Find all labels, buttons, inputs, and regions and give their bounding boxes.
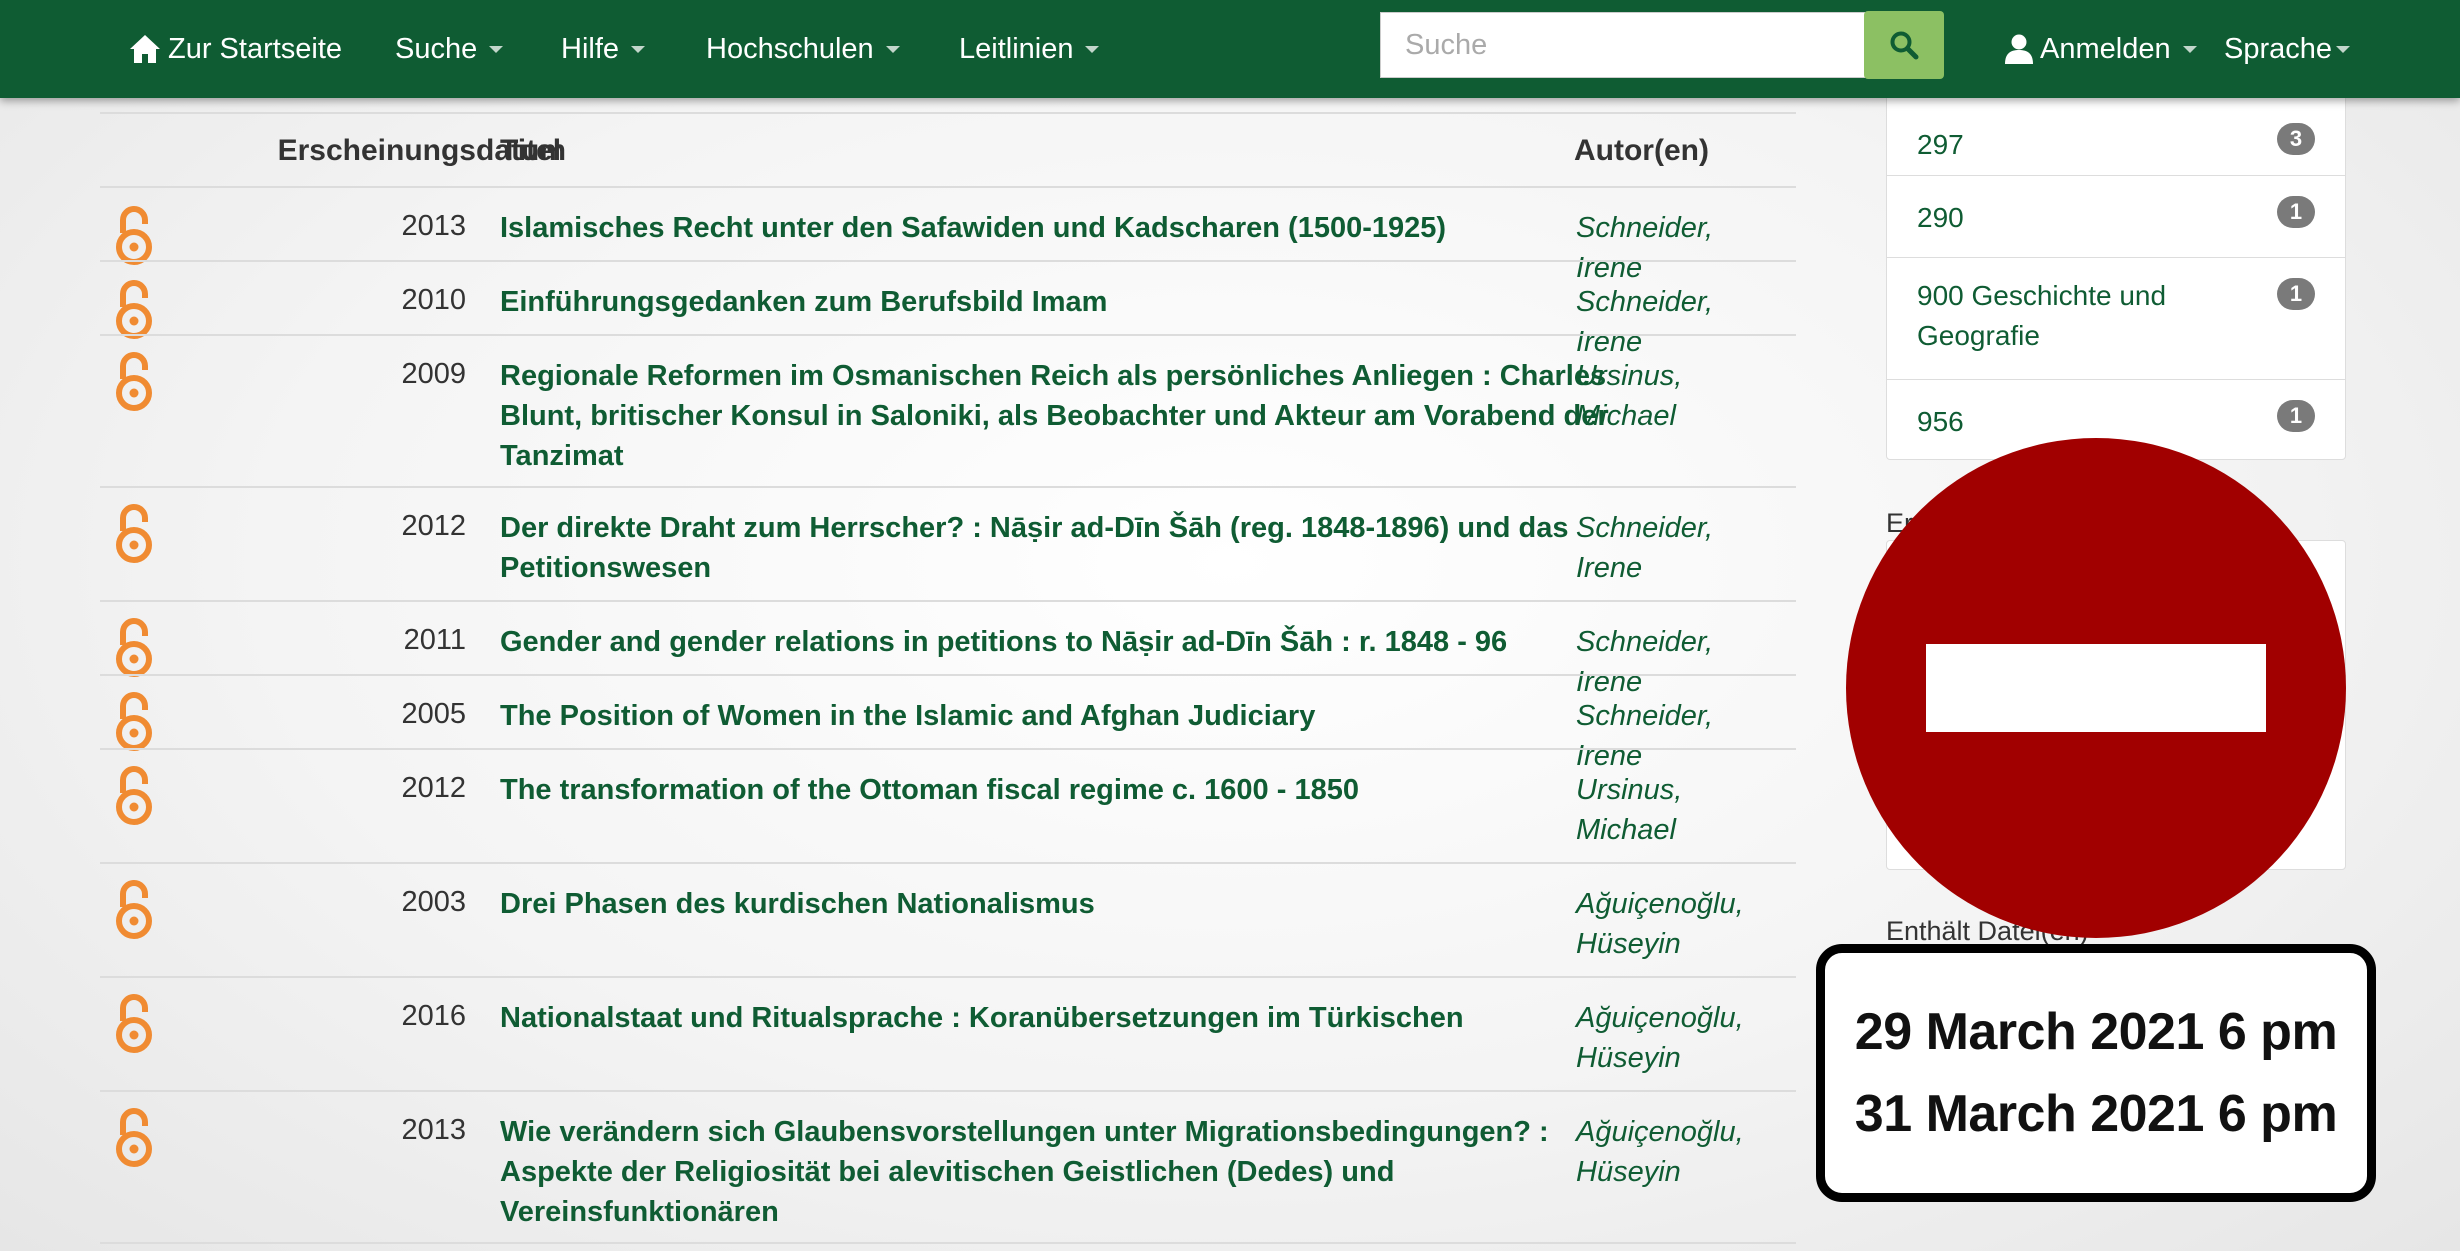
top-navbar: Zur Startseite Suche Hilfe Hochschulen L… xyxy=(0,0,2460,98)
maintenance-notice: 29 March 2021 6 pm 31 March 2021 6 pm xyxy=(1816,944,2376,1202)
open-access-icon xyxy=(116,1108,152,1167)
result-title-link[interactable]: The transformation of the Ottoman fiscal… xyxy=(500,770,1660,810)
table-row: 2010 Einführungsgedanken zum Berufsbild … xyxy=(100,260,1796,358)
publication-year: 2011 xyxy=(403,624,466,656)
menu-leitlinien[interactable]: Leitlinien xyxy=(959,0,1100,98)
search-icon xyxy=(1890,31,1919,60)
open-access-icon xyxy=(116,618,152,677)
home-icon xyxy=(130,35,160,63)
open-access-icon xyxy=(116,280,152,339)
chevron-down-icon xyxy=(631,45,646,53)
author-link[interactable]: Ağuiçenoğlu, Hüseyin xyxy=(1576,998,1786,1078)
publication-year: 2013 xyxy=(401,1114,466,1146)
publication-year: 2016 xyxy=(401,1000,466,1032)
result-title-link[interactable]: Nationalstaat und Ritualsprache : Koranü… xyxy=(500,998,1660,1038)
open-access-icon xyxy=(116,504,152,563)
table-row: 2012 The transformation of the Ottoman f… xyxy=(100,748,1796,862)
count-badge: 1 xyxy=(2277,400,2315,432)
facet-label: 297 xyxy=(1917,129,1964,160)
result-title-link[interactable]: Einführungsgedanken zum Berufsbild Imam xyxy=(500,282,1660,322)
no-entry-sign-icon xyxy=(1846,438,2346,938)
search-button[interactable] xyxy=(1864,11,1944,79)
result-title-link[interactable]: Wie verändern sich Glaubensvorstellungen… xyxy=(500,1112,1660,1232)
login-label: Anmelden xyxy=(2040,32,2171,65)
search-input[interactable] xyxy=(1380,12,1868,78)
table-row: 2013 Islamisches Recht unter den Safawid… xyxy=(100,186,1796,284)
menu-suche-label: Suche xyxy=(395,32,478,65)
count-badge: 3 xyxy=(2277,123,2315,155)
facet-label: 290 xyxy=(1917,202,1964,233)
notice-start-date: 29 March 2021 6 pm xyxy=(1854,1003,2338,1061)
chevron-down-icon xyxy=(489,45,504,53)
login-menu[interactable]: Anmelden xyxy=(2004,0,2197,98)
facet-label: 900 Geschichte und Geografie xyxy=(1917,280,2167,351)
language-label: Sprache xyxy=(2224,32,2333,65)
table-row: 2003 Drei Phasen des kurdischen National… xyxy=(100,862,1796,976)
column-header-authors[interactable]: Autor(en) xyxy=(1574,134,1709,168)
subject-facet-box: 297 3 290 1 900 Geschichte und Geografie… xyxy=(1886,70,2346,460)
menu-hilfe-label: Hilfe xyxy=(561,32,620,65)
publication-year: 2005 xyxy=(401,698,466,730)
publication-year: 2010 xyxy=(401,284,466,316)
table-row: 2005 The Position of Women in the Islami… xyxy=(100,674,1796,772)
menu-hochschulen-label: Hochschulen xyxy=(706,32,874,65)
result-title-link[interactable]: Islamisches Recht unter den Safawiden un… xyxy=(500,208,1660,248)
table-row: 2016 Nationalstaat und Ritualsprache : K… xyxy=(100,976,1796,1090)
menu-hilfe[interactable]: Hilfe xyxy=(561,0,646,98)
publication-year: 2012 xyxy=(401,510,466,542)
table-row: 2013 Wie verändern sich Glaubensvorstell… xyxy=(100,1090,1796,1244)
menu-hochschulen[interactable]: Hochschulen xyxy=(706,0,900,98)
open-access-icon xyxy=(116,352,152,411)
count-badge: 1 xyxy=(2277,196,2315,228)
author-link[interactable]: Ağuiçenoğlu, Hüseyin xyxy=(1576,1112,1786,1192)
publication-year: 2013 xyxy=(401,210,466,242)
table-row: 2009 Regionale Reformen im Osmanischen R… xyxy=(100,334,1796,486)
open-access-icon xyxy=(116,766,152,825)
result-title-link[interactable]: Drei Phasen des kurdischen Nationalismus xyxy=(500,884,1660,924)
menu-leitlinien-label: Leitlinien xyxy=(959,32,1074,65)
open-access-icon xyxy=(116,994,152,1053)
author-link[interactable]: Ursinus, Michael xyxy=(1576,770,1786,850)
chevron-down-icon xyxy=(1085,45,1100,53)
publication-year: 2012 xyxy=(401,772,466,804)
publication-year: 2009 xyxy=(401,358,466,390)
table-divider xyxy=(100,112,1796,114)
facet-item[interactable]: 290 1 xyxy=(1887,175,2345,257)
open-access-icon xyxy=(116,206,152,265)
result-title-link[interactable]: Der direkte Draht zum Herrscher? : Nāṣir… xyxy=(500,508,1660,588)
facet-item[interactable]: 900 Geschichte und Geografie 1 xyxy=(1887,257,2345,379)
chevron-down-icon xyxy=(2182,45,2197,53)
author-link[interactable]: Ursinus, Michael xyxy=(1576,356,1786,436)
user-icon xyxy=(2005,34,2033,64)
table-row: 2012 Der direkte Draht zum Herrscher? : … xyxy=(100,486,1796,600)
table-row: 2011 Gender and gender relations in peti… xyxy=(100,600,1796,698)
result-title-link[interactable]: The Position of Women in the Islamic and… xyxy=(500,696,1660,736)
facet-item[interactable]: 297 3 xyxy=(1887,103,2345,185)
author-link[interactable]: Ağuiçenoğlu, Hüseyin xyxy=(1576,884,1786,964)
open-access-icon xyxy=(116,880,152,939)
home-link[interactable]: Zur Startseite xyxy=(128,0,342,98)
result-title-link[interactable]: Regionale Reformen im Osmanischen Reich … xyxy=(500,356,1660,476)
facet-label: 956 xyxy=(1917,406,1964,437)
menu-suche[interactable]: Suche xyxy=(395,0,504,98)
notice-end-date: 31 March 2021 6 pm xyxy=(1854,1085,2338,1143)
language-menu[interactable]: Sprache xyxy=(2224,0,2351,98)
count-badge: 1 xyxy=(2277,278,2315,310)
chevron-down-icon xyxy=(2336,45,2351,53)
chevron-down-icon xyxy=(885,45,900,53)
open-access-icon xyxy=(116,692,152,751)
home-link-label: Zur Startseite xyxy=(168,32,343,65)
publication-year: 2003 xyxy=(401,886,466,918)
result-title-link[interactable]: Gender and gender relations in petitions… xyxy=(500,622,1660,662)
author-link[interactable]: Schneider, Irene xyxy=(1576,508,1786,588)
column-header-title[interactable]: Titel xyxy=(500,134,561,168)
